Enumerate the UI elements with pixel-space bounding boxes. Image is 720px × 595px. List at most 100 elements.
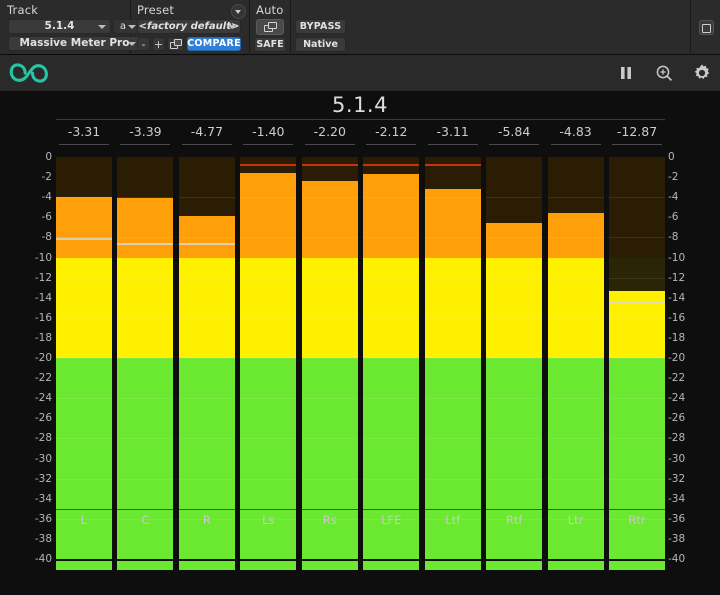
meter-zone-lit — [547, 213, 604, 258]
channel-label-text: Ltr — [567, 513, 584, 527]
meter-gridline — [56, 398, 112, 400]
track-name-label: 5.1.4 — [44, 20, 75, 33]
meter-bar[interactable] — [363, 157, 420, 559]
meter-gridline — [178, 197, 235, 199]
channel-label-text: Ls — [262, 513, 275, 527]
scale-tick: -16 — [668, 311, 686, 324]
zoom-in-icon[interactable] — [654, 63, 674, 83]
native-button[interactable]: Native — [295, 37, 346, 52]
meter-gridline — [424, 438, 481, 440]
chevron-circle-icon[interactable] — [231, 4, 246, 19]
channel-readout-value: -2.20 — [313, 124, 346, 139]
meter-zone-lit — [117, 198, 174, 258]
meter-zone-lit — [547, 257, 604, 358]
meter-gridline — [547, 317, 604, 319]
meter-gridline — [363, 438, 420, 440]
plugin-toolbar — [0, 55, 720, 92]
meter-gridline — [363, 237, 420, 239]
plugin-name-selector[interactable]: Massive Meter Pro — [8, 36, 141, 51]
channel-label-divider — [56, 509, 112, 510]
meter-gridline — [301, 398, 358, 400]
preset-prev-button[interactable]: - — [137, 37, 150, 51]
channel-label: C — [117, 509, 174, 533]
meter-gridline — [301, 197, 358, 199]
chevron-down-icon — [128, 41, 136, 46]
page-title: 5.1.4 — [332, 93, 388, 117]
meter-gridline — [609, 358, 666, 359]
meter-bar[interactable] — [486, 157, 543, 559]
clip-indicator[interactable] — [301, 164, 358, 167]
meter-zone-lit — [424, 189, 481, 258]
preset-section-label: Preset — [137, 3, 175, 17]
automation-duplicate-button[interactable] — [256, 19, 284, 35]
channel-readout: -3.39 — [117, 122, 173, 148]
channel-label-text: R — [202, 513, 211, 527]
meter-gridline — [486, 358, 543, 359]
clip-indicator[interactable] — [424, 164, 481, 167]
meter-bar-level — [56, 197, 112, 559]
scale-tick: -16 — [34, 311, 52, 324]
meter-gridline — [363, 317, 420, 319]
peak-hold-marker — [609, 300, 666, 303]
columns-icon[interactable] — [616, 63, 636, 83]
preset-name-label: <factory default> — [138, 20, 240, 32]
bypass-button[interactable]: BYPASS — [295, 19, 346, 34]
clip-indicator[interactable] — [240, 164, 297, 167]
readout-underline — [120, 144, 171, 145]
scale-left: 0 -2 -4 -6 -8 -10 -12 -14 -16 -18 -20 -22 -24 -26 -28 -… — [18, 152, 52, 565]
readout-row: -3.31 -3.39 -4.77 -1.40 -2.20 -2.12 -3.11 -5.84… — [0, 122, 720, 148]
meter-gridline — [547, 398, 604, 400]
scale-tick: -24 — [34, 392, 52, 405]
channel-readout: -5.84 — [486, 122, 542, 148]
channel-label-text: Rtr — [628, 513, 646, 527]
meter-gridline — [240, 358, 297, 359]
meter-gridline — [363, 478, 420, 480]
scale-tick: -18 — [34, 331, 52, 344]
preset-next-button[interactable]: + — [152, 37, 165, 51]
meter-bar-level — [424, 189, 481, 559]
scale-tick: -38 — [34, 532, 52, 545]
meter-gridline — [424, 197, 481, 199]
meter-gridline — [486, 478, 543, 480]
gear-icon[interactable] — [692, 63, 712, 83]
meter-gridline — [240, 277, 297, 279]
meter-bar[interactable] — [240, 157, 297, 559]
meter-gridline — [117, 398, 174, 400]
meter-bar[interactable] — [178, 157, 235, 559]
meter-gridline — [301, 277, 358, 279]
meter-bar-level — [117, 198, 174, 559]
scale-tick: -14 — [34, 291, 52, 304]
compare-button[interactable]: COMPARE — [187, 37, 241, 51]
window-frame-icon[interactable] — [699, 20, 714, 35]
meter-bar[interactable] — [547, 157, 604, 559]
meter-bar[interactable] — [117, 157, 174, 559]
channel-readout-value: -4.77 — [190, 124, 224, 139]
scale-tick: 0 — [45, 151, 52, 163]
meter-bar-base — [547, 561, 604, 570]
duplicate-icon — [264, 22, 277, 32]
meter-bar[interactable] — [424, 157, 481, 559]
track-name-selector[interactable]: 5.1.4 — [8, 19, 111, 34]
meter-bar[interactable] — [301, 157, 358, 559]
meter-gridline — [301, 317, 358, 319]
meter-bar[interactable] — [609, 157, 666, 559]
preset-duplicate-button[interactable] — [167, 37, 184, 51]
channel-readout: -4.83 — [548, 122, 604, 148]
meter-zone-lit — [240, 173, 297, 258]
meter-gridline — [178, 277, 235, 279]
scale-tick: -6 — [668, 211, 679, 224]
safe-button[interactable]: SAFE — [254, 37, 286, 52]
channel-label-divider — [547, 509, 604, 510]
meter-gridline — [363, 358, 420, 359]
meter-bar-level — [178, 216, 235, 559]
meter-bar[interactable] — [56, 157, 112, 559]
meter-gridline — [117, 478, 174, 480]
scale-tick: -24 — [668, 392, 686, 405]
channel-label-divider — [363, 509, 420, 510]
preset-selector[interactable]: <factory default> — [137, 19, 241, 34]
meter-bar-base — [178, 561, 235, 570]
clip-indicator[interactable] — [363, 164, 420, 167]
scale-tick: -4 — [668, 191, 679, 204]
scale-tick: -20 — [668, 352, 686, 364]
meter-gridline — [240, 197, 297, 199]
